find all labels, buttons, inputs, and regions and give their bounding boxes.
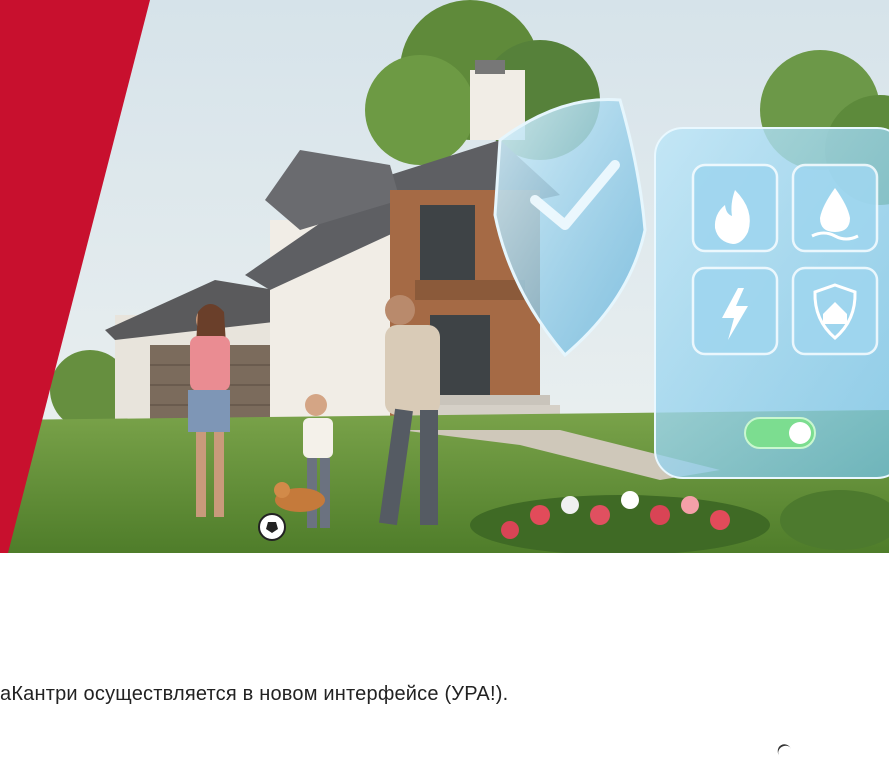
smart-home-panel bbox=[654, 127, 889, 479]
fire-icon[interactable] bbox=[691, 163, 779, 253]
hero-banner bbox=[0, 0, 889, 553]
lightning-icon[interactable] bbox=[691, 266, 779, 356]
home-shield-icon[interactable] bbox=[791, 266, 879, 356]
page-caption: аКантри осуществляется в новом интерфейс… bbox=[0, 683, 509, 705]
water-drop-icon[interactable] bbox=[791, 163, 879, 253]
hero-illustration bbox=[0, 0, 889, 553]
toggle-switch-icon[interactable] bbox=[744, 417, 816, 449]
